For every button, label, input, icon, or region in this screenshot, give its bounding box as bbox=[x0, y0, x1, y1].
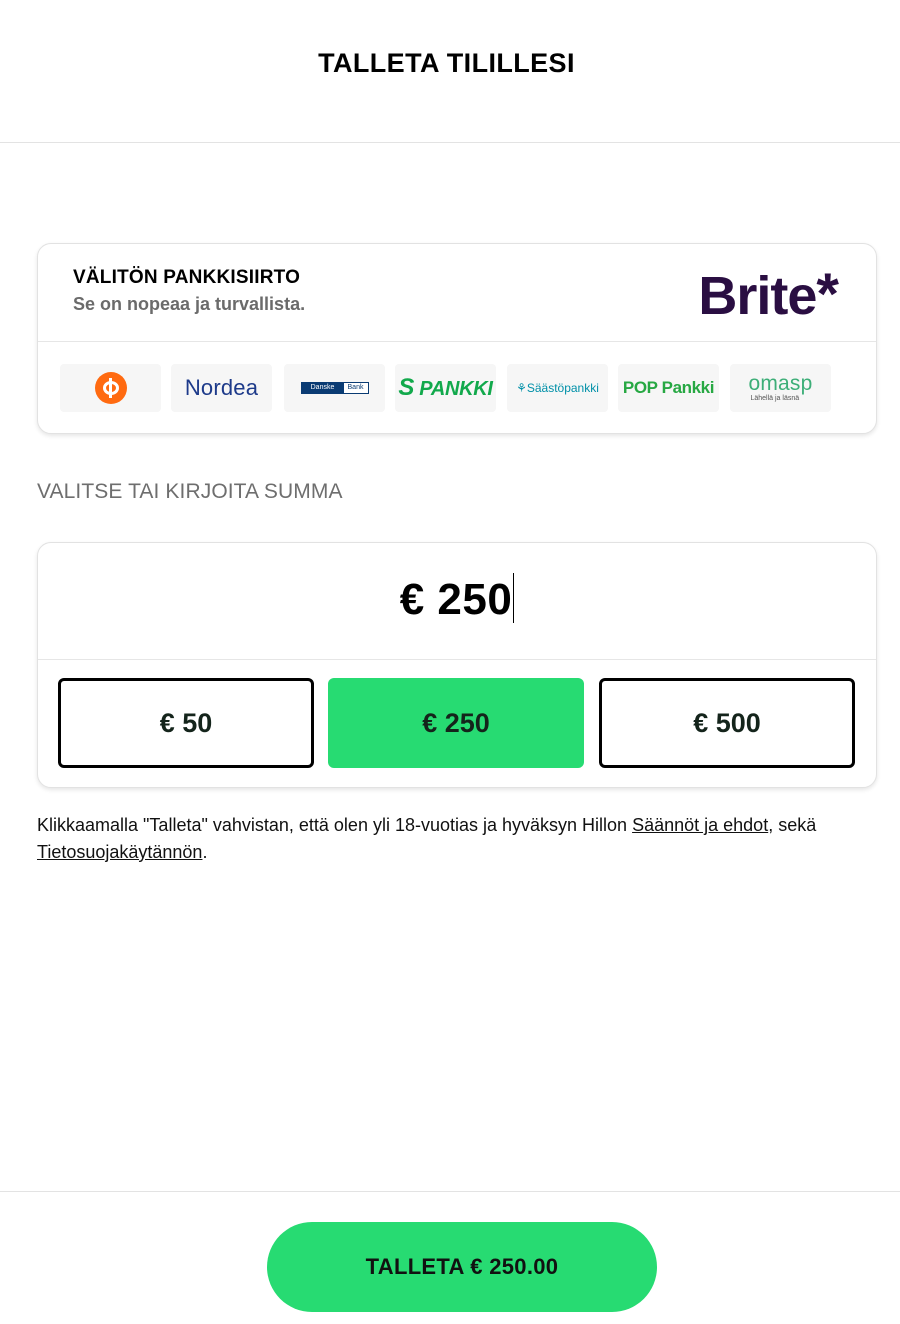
omasp-logo-icon: omasp Lähellä ja läsnä bbox=[748, 371, 813, 403]
bank-logo-s-pankki[interactable]: S PANKKI bbox=[395, 364, 496, 412]
nordea-logo-text: Nordea bbox=[184, 375, 259, 400]
amount-card: € 250 € 50 € 250 € 500 bbox=[37, 542, 877, 788]
bank-transfer-card[interactable]: VÄLITÖN PANKKISIIRTO Se on nopeaa ja tur… bbox=[37, 243, 877, 434]
s-pankki-logo-text: S PANKKI bbox=[398, 374, 493, 401]
omasp-logo-text: omasp bbox=[748, 371, 813, 395]
bank-logo-omasp[interactable]: omasp Lähellä ja läsnä bbox=[730, 364, 831, 412]
bank-transfer-heading: VÄLITÖN PANKKISIIRTO bbox=[73, 267, 301, 288]
brite-logo: Brite* bbox=[698, 266, 839, 326]
s-pankki-logo-label: PANKKI bbox=[419, 378, 493, 400]
page-title: TALLETA TILILLESI bbox=[318, 48, 575, 78]
pop-pankki-logo-text: POP Pankki bbox=[622, 378, 715, 397]
terms-text-before: Klikkaamalla "Talleta" vahvistan, että o… bbox=[37, 815, 633, 835]
terms-text: Klikkaamalla "Talleta" vahvistan, että o… bbox=[37, 812, 877, 866]
bank-logo-saastopankki[interactable]: ⚘Säästöpankki bbox=[507, 364, 608, 412]
deposit-button[interactable]: TALLETA € 250.00 bbox=[267, 1222, 657, 1312]
bank-logo-pop-pankki[interactable]: POP Pankki bbox=[618, 364, 719, 412]
page-header: TALLETA TILILLESI bbox=[0, 0, 900, 143]
brite-logo-text: Brite bbox=[698, 266, 817, 326]
saastopankki-logo-text: ⚘Säästöpankki bbox=[516, 381, 599, 395]
rules-link[interactable]: Säännöt ja ehdot bbox=[632, 815, 768, 835]
bank-logo-nordea[interactable]: Nordea bbox=[171, 364, 272, 412]
terms-text-after: . bbox=[202, 842, 208, 862]
preset-amount-250-button[interactable]: € 250 bbox=[328, 678, 584, 768]
amount-input-field[interactable]: € 250 bbox=[38, 543, 876, 660]
danske-bank-logo-text: Bank bbox=[343, 383, 368, 393]
text-caret bbox=[513, 573, 515, 623]
brite-star-icon: * bbox=[816, 262, 839, 327]
preset-amount-500-button[interactable]: € 500 bbox=[599, 678, 855, 768]
page-footer: TALLETA € 250.00 bbox=[0, 1191, 900, 1324]
privacy-policy-link[interactable]: Tietosuojakäytännön bbox=[37, 842, 202, 862]
amount-input-value[interactable]: € 250 bbox=[38, 573, 876, 627]
op-logo-icon bbox=[94, 372, 127, 404]
danske-logo-text: Danske bbox=[301, 383, 344, 393]
bank-logo-danske[interactable]: Danske Bank bbox=[284, 364, 385, 412]
bank-transfer-info: VÄLITÖN PANKKISIIRTO Se on nopeaa ja tur… bbox=[38, 244, 876, 342]
bank-logo-op[interactable] bbox=[60, 364, 161, 412]
omasp-logo-tagline: Lähellä ja läsnä bbox=[750, 394, 800, 402]
preset-amount-50-button[interactable]: € 50 bbox=[58, 678, 314, 768]
amount-value-text: € 250 bbox=[399, 575, 513, 624]
bank-transfer-subheading: Se on nopeaa ja turvallista. bbox=[73, 294, 306, 314]
bank-logos-row: Nordea Danske Bank S PANKKI ⚘Säästöpankk… bbox=[60, 364, 832, 412]
danske-bank-logo-icon: Danske Bank bbox=[300, 382, 369, 394]
terms-text-middle: , sekä bbox=[768, 815, 817, 835]
amount-label: VALITSE TAI KIRJOITA SUMMA bbox=[37, 480, 343, 503]
